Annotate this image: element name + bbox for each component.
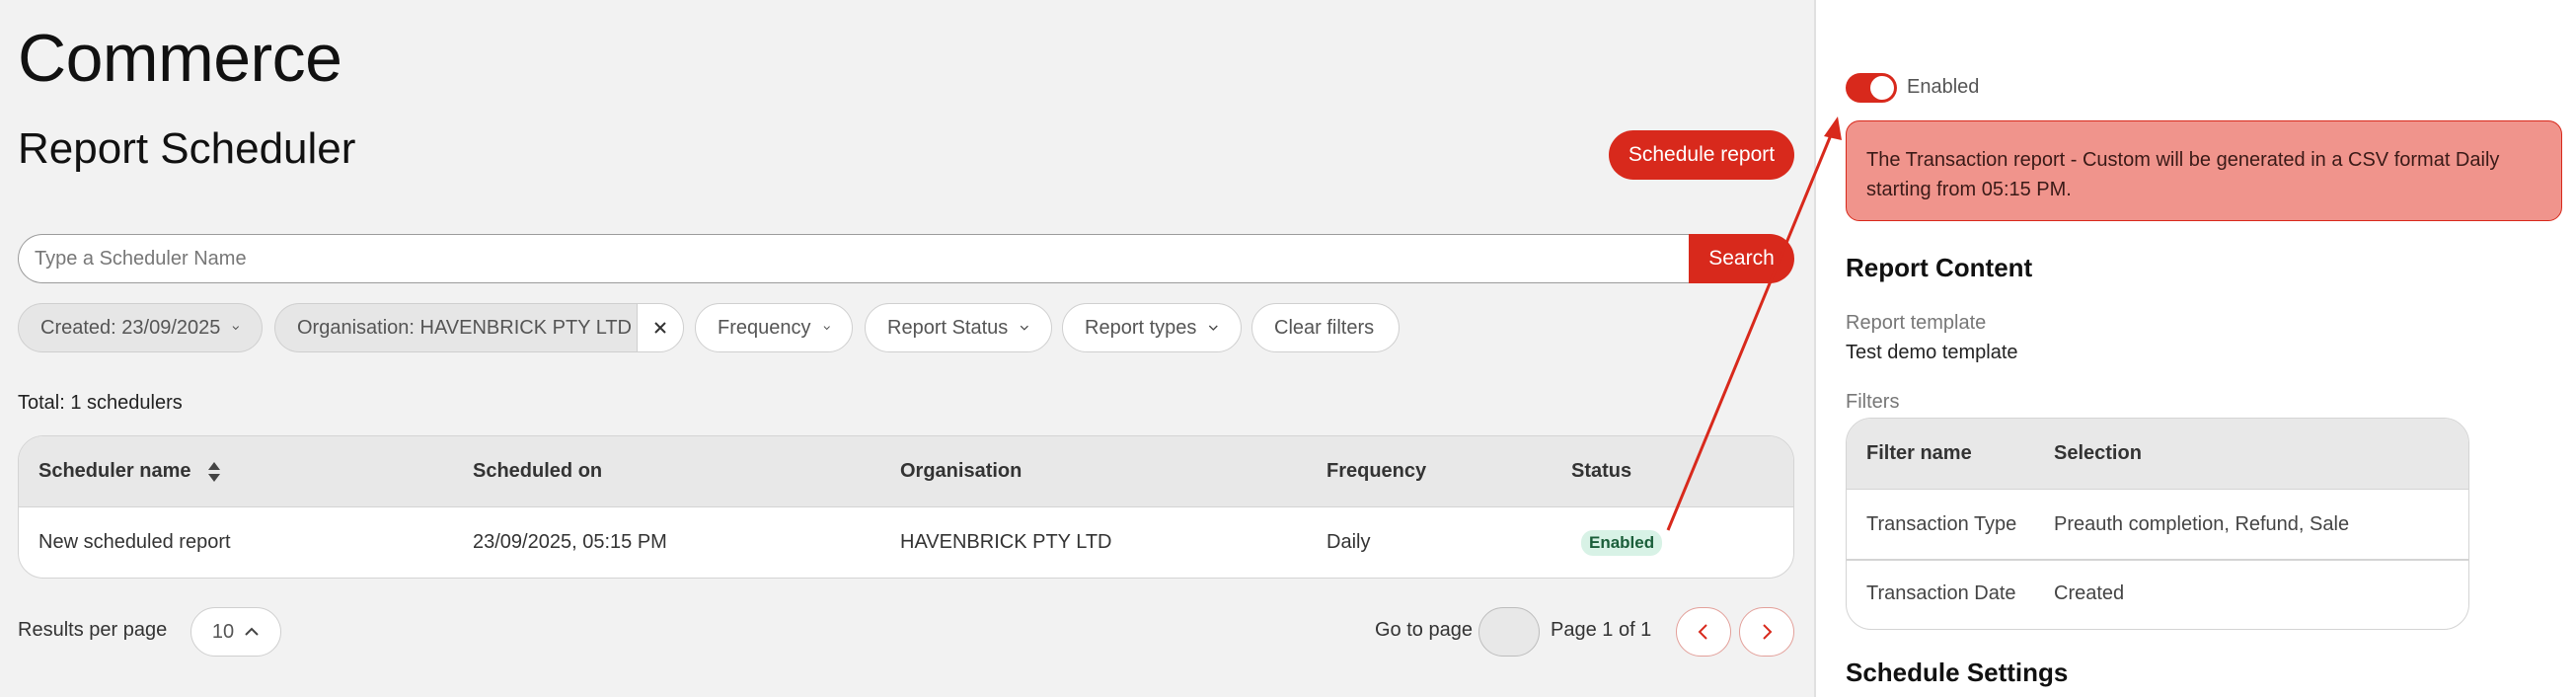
page-title: Report Scheduler (18, 124, 356, 173)
schedule-summary-alert: The Transaction report - Custom will be … (1846, 120, 2562, 221)
report-template-label: Report template (1846, 312, 1987, 334)
filter-organisation-label: Organisation: HAVENBRICK PTY LTD (297, 316, 633, 339)
report-content-heading: Report Content (1846, 253, 2033, 282)
page-info: Page 1 of 1 (1551, 619, 1652, 641)
search-bar: Search (18, 234, 1794, 283)
remove-organisation-filter-button[interactable] (637, 303, 684, 352)
next-page-button[interactable] (1739, 607, 1794, 657)
report-template-value: Test demo template (1846, 342, 2018, 363)
cell-frequency: Daily (1326, 531, 1371, 553)
column-filter-name: Filter name (1866, 442, 1972, 464)
schedulers-table: Scheduler name Scheduled on Organisation… (18, 435, 1794, 579)
filters-label: Filters (1846, 391, 1900, 413)
enabled-toggle-label: Enabled (1907, 76, 1980, 98)
chevron-left-icon (1698, 624, 1707, 640)
row-divider (1847, 559, 2468, 561)
sort-icon[interactable] (207, 461, 221, 483)
status-badge: Enabled (1581, 530, 1663, 556)
column-selection: Selection (2054, 442, 2142, 464)
chevron-right-icon (1763, 624, 1773, 640)
results-per-page-label: Results per page (18, 619, 168, 641)
clear-filters-button[interactable]: Clear filters (1251, 303, 1400, 352)
filter-report-types[interactable]: Report types (1062, 303, 1242, 352)
filters-table: Filter name Selection Transaction Type P… (1846, 418, 2469, 630)
goto-page-input[interactable] (1478, 607, 1540, 657)
filter-report-status[interactable]: Report Status (865, 303, 1052, 352)
results-per-page-value: 10 (211, 620, 235, 643)
cell-filter-name: Transaction Date (1866, 582, 2016, 604)
scheduler-list-panel: Commerce Report Scheduler Schedule repor… (0, 0, 1814, 697)
clear-filters-label: Clear filters (1274, 316, 1375, 339)
results-per-page-select[interactable]: 10 (190, 607, 281, 657)
column-scheduled-on: Scheduled on (473, 460, 603, 482)
column-label: Scheduler name (38, 460, 191, 482)
total-count: Total: 1 schedulers (18, 392, 183, 414)
cell-organisation: HAVENBRICK PTY LTD (900, 531, 1112, 553)
schedule-report-button[interactable]: Schedule report (1609, 130, 1794, 180)
chevron-down-icon (1209, 325, 1219, 331)
column-frequency: Frequency (1326, 460, 1427, 482)
column-organisation: Organisation (900, 460, 1023, 482)
filter-frequency[interactable]: Frequency (695, 303, 853, 352)
cell-scheduler-name[interactable]: New scheduled report (38, 531, 231, 554)
search-input[interactable] (18, 234, 1691, 283)
filter-created-label: Created: 23/09/2025 (40, 316, 221, 339)
filter-report-types-label: Report types (1085, 316, 1197, 339)
previous-page-button[interactable] (1676, 607, 1731, 657)
close-icon (654, 322, 666, 334)
toggle-knob (1870, 76, 1894, 100)
search-button[interactable]: Search (1689, 234, 1794, 283)
enabled-toggle[interactable] (1846, 73, 1897, 103)
schedule-settings-heading: Schedule Settings (1846, 658, 2069, 687)
chevron-up-icon (245, 627, 259, 636)
chevron-down-icon (823, 326, 830, 331)
goto-page-label: Go to page (1375, 619, 1473, 641)
scheduler-detail-panel: Enabled The Transaction report - Custom … (1814, 0, 2576, 697)
filter-report-status-label: Report Status (887, 316, 1009, 339)
chevron-down-icon (1021, 325, 1029, 331)
app-title: Commerce (18, 21, 342, 96)
chevron-down-icon (232, 326, 240, 331)
filter-organisation[interactable]: Organisation: HAVENBRICK PTY LTD (274, 303, 638, 352)
filter-frequency-label: Frequency (718, 316, 811, 339)
cell-selection: Created (2054, 582, 2125, 604)
column-status: Status (1571, 460, 1632, 482)
column-scheduler-name[interactable]: Scheduler name (38, 460, 221, 483)
cell-scheduled-on: 23/09/2025, 05:15 PM (473, 531, 667, 553)
cell-selection: Preauth completion, Refund, Sale (2054, 513, 2350, 535)
filter-created[interactable]: Created: 23/09/2025 (18, 303, 263, 352)
cell-filter-name: Transaction Type (1866, 513, 2017, 535)
